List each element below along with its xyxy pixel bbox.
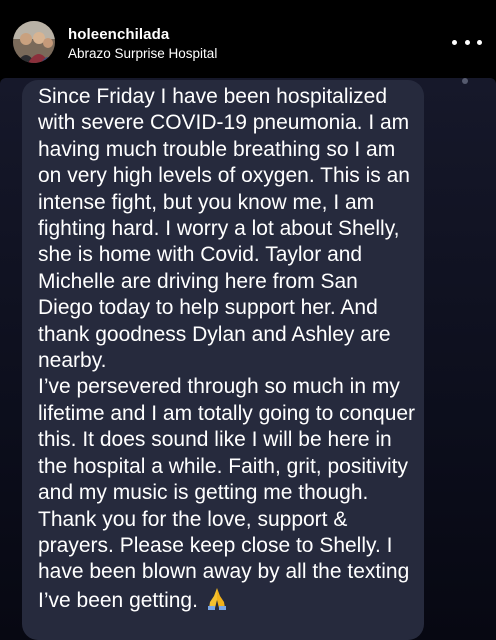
praying-hands-icon [206, 586, 228, 617]
more-dot [464, 39, 470, 45]
more-dot [452, 39, 457, 45]
profile-photo-avatar [13, 21, 55, 63]
decorative-dot [462, 78, 468, 84]
message-text: Since Friday I have been hospitalized wi… [38, 84, 418, 617]
username[interactable]: holeenchilada [68, 26, 169, 43]
more-dot [477, 39, 482, 45]
location-tag[interactable]: Abrazo Surprise Hospital [68, 46, 217, 61]
three-dots-more-icon[interactable] [452, 30, 482, 54]
post-header: holeenchilada Abrazo Surprise Hospital [0, 0, 496, 82]
message-body: Since Friday I have been hospitalized wi… [38, 85, 416, 612]
avatar[interactable] [13, 21, 55, 63]
